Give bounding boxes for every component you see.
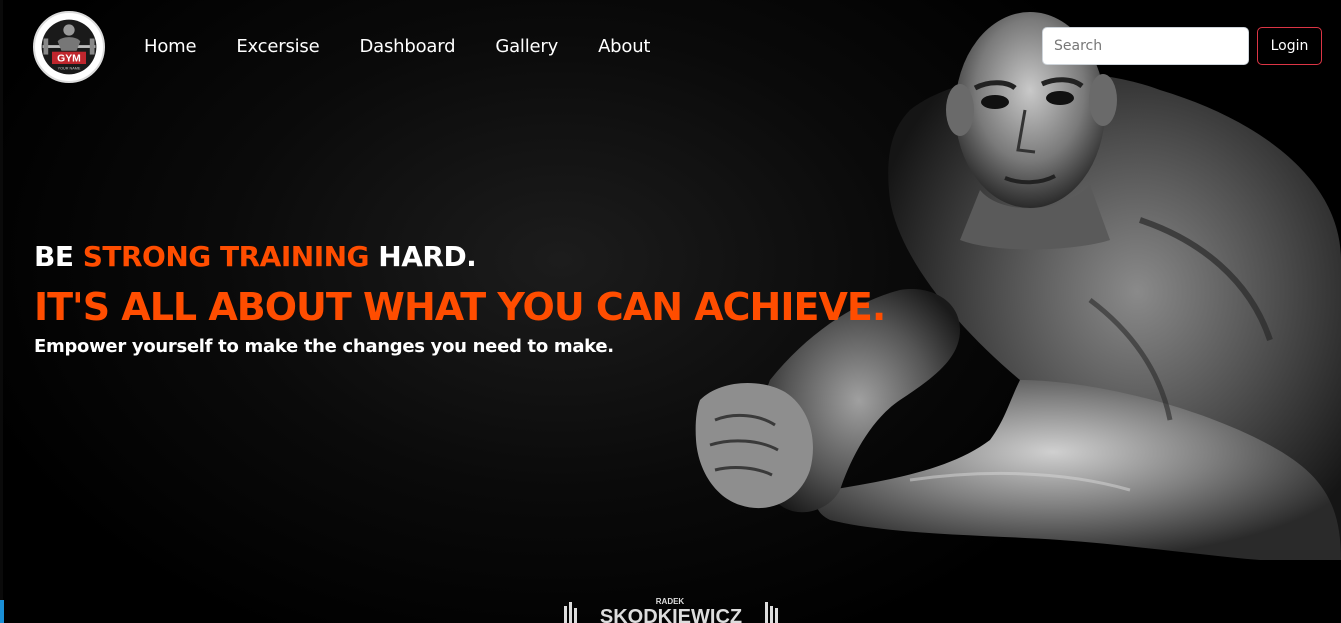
hero-text: BE STRONG TRAINING HARD. IT'S ALL ABOUT … xyxy=(34,238,886,360)
navbar: GYM YOUR NAME Home Excersise Dashboard G… xyxy=(0,0,1341,96)
logo-sub-text: YOUR NAME xyxy=(58,67,81,71)
hero-headline-accent: STRONG TRAINING xyxy=(82,240,370,273)
logo-main-text: GYM xyxy=(57,54,81,65)
gym-logo[interactable]: GYM YOUR NAME xyxy=(33,11,105,83)
hero-headline-part1: BE xyxy=(34,240,83,273)
nav-link-dashboard[interactable]: Dashboard xyxy=(359,34,455,60)
nav-link-excersise[interactable]: Excersise xyxy=(236,34,319,60)
gym-landing-page: GYM YOUR NAME Home Excersise Dashboard G… xyxy=(0,0,1341,623)
photographer-watermark: RADEK SKODKIEWICZ xyxy=(564,597,778,623)
nav-link-about[interactable]: About xyxy=(598,34,650,60)
hero-subheadline: IT'S ALL ABOUT WHAT YOU CAN ACHIEVE. xyxy=(34,285,886,329)
hero-headline-part3: HARD. xyxy=(369,240,477,273)
left-edge-accent xyxy=(0,600,4,623)
nav-link-home[interactable]: Home xyxy=(144,34,197,60)
hero-tagline: Empower yourself to make the changes you… xyxy=(34,336,614,357)
left-edge xyxy=(0,0,3,623)
hero-headline: BE STRONG TRAINING HARD. xyxy=(34,238,885,276)
login-button[interactable]: Login xyxy=(1257,27,1322,65)
nav-link-gallery[interactable]: Gallery xyxy=(495,34,558,60)
watermark-small-text: RADEK xyxy=(656,597,685,606)
watermark-large-text: SKODKIEWICZ xyxy=(600,606,742,623)
search-input[interactable] xyxy=(1042,27,1249,65)
nav-links: Home Excersise Dashboard Gallery About xyxy=(144,34,690,60)
